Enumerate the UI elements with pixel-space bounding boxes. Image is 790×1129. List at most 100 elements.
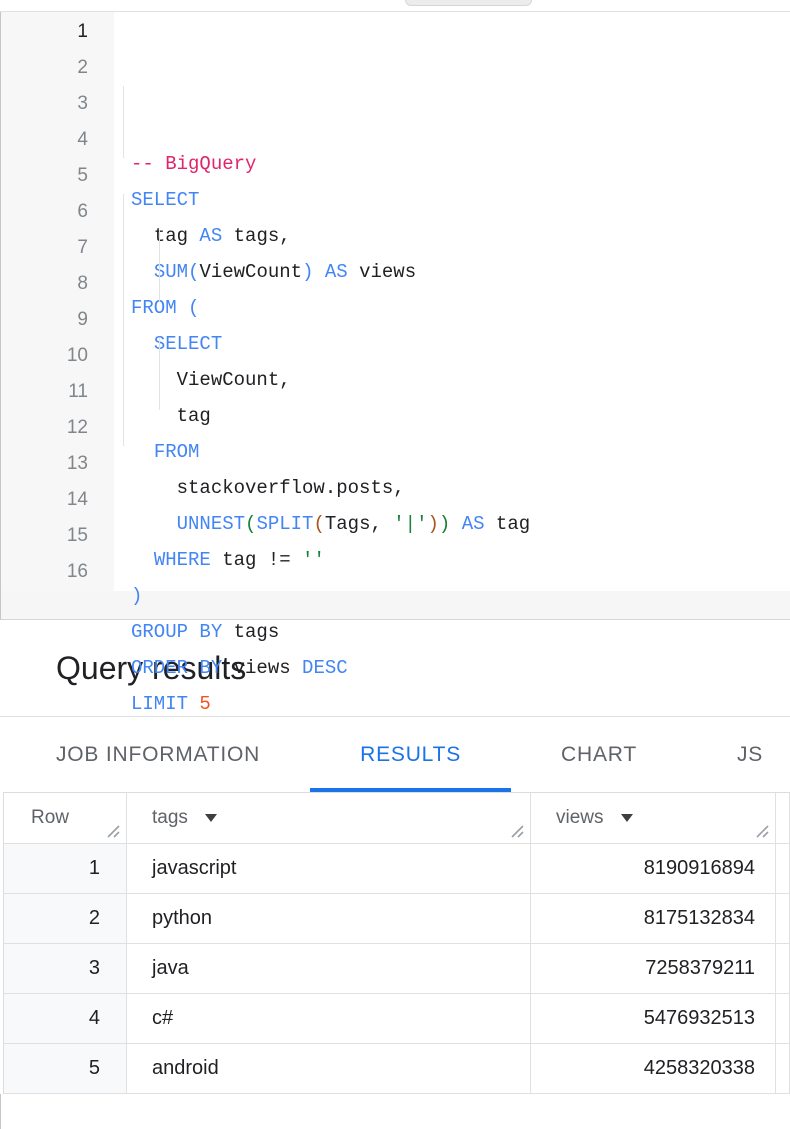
code-token — [131, 441, 154, 463]
line-number: 6 — [1, 194, 114, 230]
code-token: tag != — [211, 549, 302, 571]
column-dropdown-icon[interactable] — [621, 814, 633, 822]
row-number-cell: 2 — [4, 894, 127, 944]
tab-job-information[interactable]: JOB INFORMATION — [6, 717, 310, 792]
code-token: DESC — [302, 657, 348, 679]
line-number: 8 — [1, 266, 114, 302]
tab-chart[interactable]: CHART — [511, 717, 687, 792]
line-number: 4 — [1, 122, 114, 158]
code-line: ViewCount, — [131, 362, 790, 398]
column-header-views: views — [531, 793, 776, 844]
line-number: 11 — [1, 374, 114, 410]
code-token — [313, 261, 324, 283]
column-resize-handle[interactable] — [753, 822, 770, 839]
row-number-cell: 1 — [4, 844, 127, 894]
line-number-gutter: 12345678910111213141516 — [1, 12, 114, 591]
line-number: 1 — [1, 14, 114, 50]
editor-top-strip — [0, 0, 790, 12]
line-number: 2 — [1, 50, 114, 86]
row-number-cell: 5 — [4, 1044, 127, 1094]
column-header-label: Row — [31, 807, 69, 829]
tab-label: JOB INFORMATION — [56, 743, 260, 767]
tab-js[interactable]: JS — [687, 717, 790, 792]
code-token: AS — [199, 225, 222, 247]
code-line: FROM ( — [131, 290, 790, 326]
indent-guide — [123, 86, 124, 158]
row-number-cell: 4 — [4, 994, 127, 1044]
tab-label: JS — [737, 743, 763, 767]
code-token: tag — [131, 225, 199, 247]
results-tab-bar: JOB INFORMATION RESULTS CHART JS — [0, 717, 790, 792]
code-token: ( — [188, 297, 199, 319]
code-token: SELECT — [154, 333, 222, 355]
overflow-cell — [776, 994, 790, 1044]
line-number: 3 — [1, 86, 114, 122]
views-cell: 8190916894 — [531, 844, 776, 894]
line-number: 10 — [1, 338, 114, 374]
code-token: FROM — [154, 441, 200, 463]
results-table: Row tags views 1javascript8190916894 2python… — [3, 792, 790, 1094]
code-token: views — [222, 657, 302, 679]
code-token: stackoverflow.posts, — [131, 477, 405, 499]
code-token: UNNEST — [177, 513, 245, 535]
tags-cell: javascript — [127, 844, 531, 894]
column-resize-handle[interactable] — [104, 822, 121, 839]
line-number: 5 — [1, 158, 114, 194]
code-token: ViewCount, — [131, 369, 291, 391]
row-number-cell: 3 — [4, 944, 127, 994]
code-token: tag — [131, 405, 211, 427]
overflow-cell — [776, 1044, 790, 1094]
tags-cell: android — [127, 1044, 531, 1094]
code-line: stackoverflow.posts, — [131, 470, 790, 506]
code-token: -- BigQuery — [131, 153, 256, 175]
code-token: GROUP BY — [131, 621, 222, 643]
code-line: tag — [131, 398, 790, 434]
column-header-tags: tags — [127, 793, 531, 844]
code-token: views — [348, 261, 416, 283]
tags-cell: java — [127, 944, 531, 994]
code-token: ) — [302, 261, 313, 283]
line-number: 12 — [1, 410, 114, 446]
tags-cell: python — [127, 894, 531, 944]
code-line: ORDER BY views DESC — [131, 650, 790, 686]
code-area[interactable]: -- BigQuerySELECT tag AS tags, SUM(ViewC… — [114, 12, 790, 591]
code-line: SELECT — [131, 182, 790, 218]
column-header-label: views — [556, 807, 604, 829]
code-token: ORDER BY — [131, 657, 222, 679]
code-line: FROM — [131, 434, 790, 470]
code-token: Tags, — [325, 513, 393, 535]
code-token: SELECT — [131, 189, 199, 211]
code-token: ( — [188, 261, 199, 283]
code-line: UNNEST(SPLIT(Tags, '|')) AS tag — [131, 506, 790, 542]
code-token — [450, 513, 461, 535]
code-token: SPLIT — [256, 513, 313, 535]
bigquery-results-page: { "editor": { "language": "SQL", "lines"… — [0, 0, 790, 1128]
column-dropdown-icon[interactable] — [205, 814, 217, 822]
views-cell: 7258379211 — [531, 944, 776, 994]
code-line: ) — [131, 578, 790, 614]
tags-cell: c# — [127, 994, 531, 1044]
sql-editor[interactable]: 12345678910111213141516 -- BigQuerySELEC… — [0, 12, 790, 591]
overflow-cell — [776, 944, 790, 994]
code-token — [131, 513, 177, 535]
code-token: ) — [428, 513, 439, 535]
views-cell: 5476932513 — [531, 994, 776, 1044]
code-token: 5 — [199, 693, 210, 715]
code-line: SUM(ViewCount) AS views — [131, 254, 790, 290]
tab-results[interactable]: RESULTS — [310, 717, 511, 792]
line-number: 13 — [1, 446, 114, 482]
line-number: 16 — [1, 554, 114, 590]
column-resize-handle[interactable] — [508, 822, 525, 839]
horizontal-scrollbar-thumb[interactable] — [405, 0, 532, 6]
results-footer — [0, 1094, 790, 1129]
code-token: AS — [325, 261, 348, 283]
code-token — [131, 261, 154, 283]
views-cell: 4258320338 — [531, 1044, 776, 1094]
indent-guide — [159, 230, 160, 302]
code-token: '' — [302, 549, 325, 571]
line-number: 15 — [1, 518, 114, 554]
column-header-row: Row — [4, 793, 127, 844]
code-token: tag — [485, 513, 531, 535]
tab-label: RESULTS — [360, 743, 461, 767]
code-token: AS — [462, 513, 485, 535]
